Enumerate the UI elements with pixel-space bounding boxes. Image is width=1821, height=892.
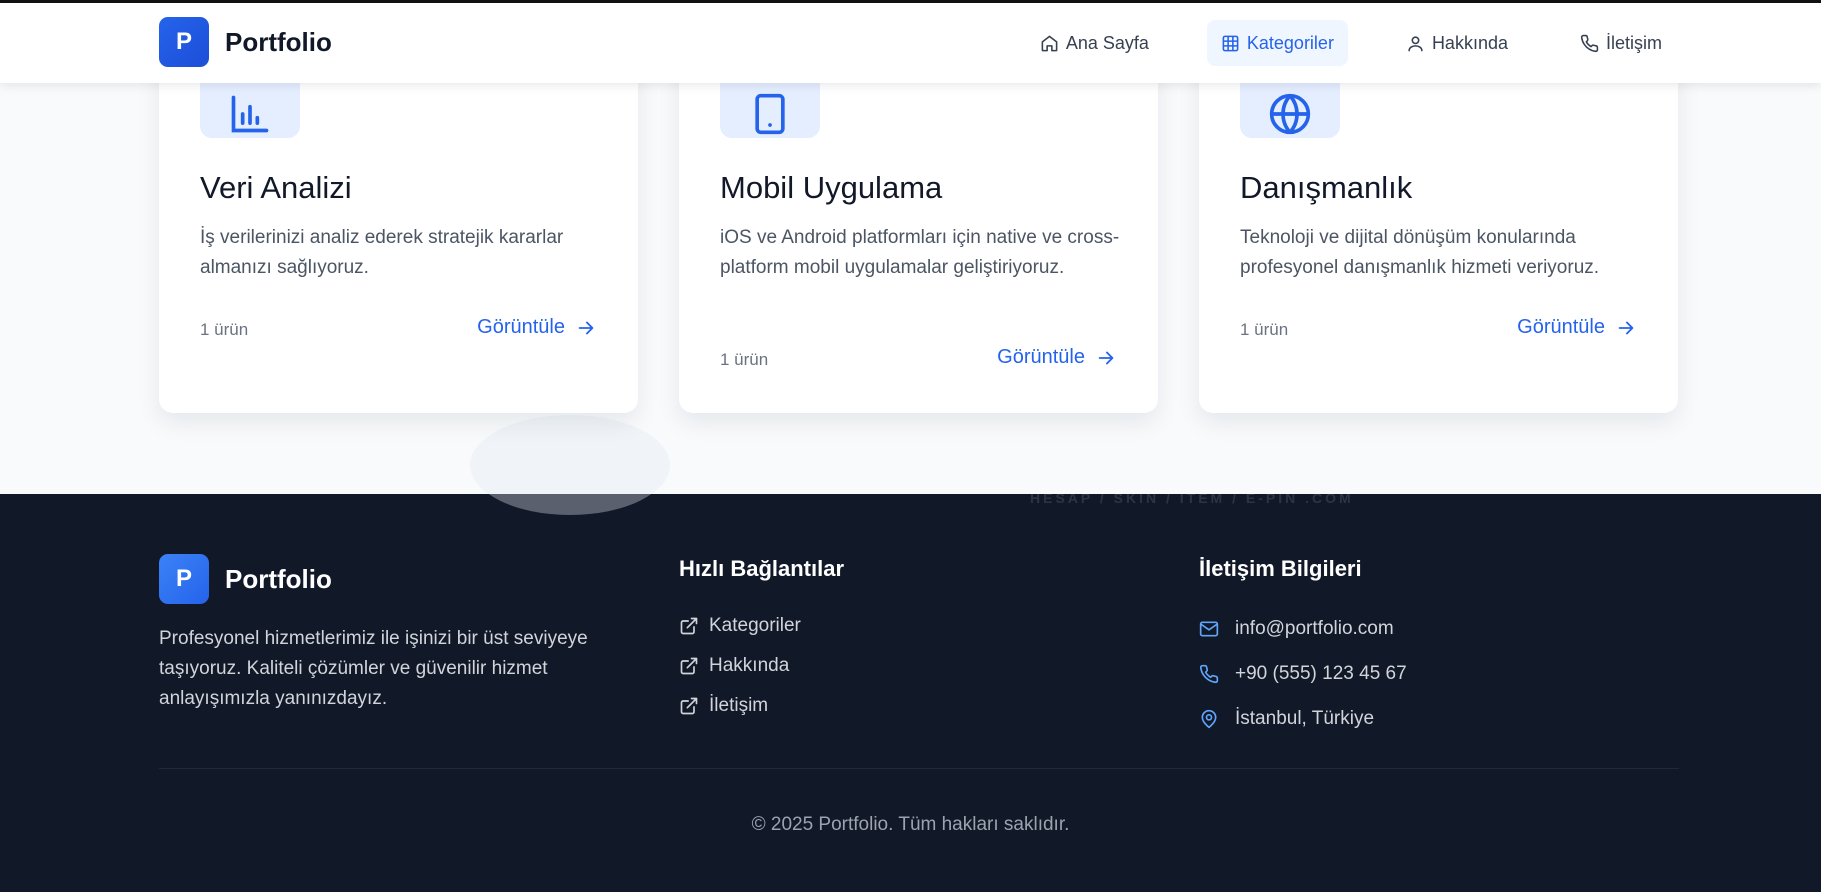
card-view-label: Görüntüle — [997, 346, 1085, 368]
card-title: Danışmanlık — [1240, 170, 1413, 205]
home-icon — [1041, 35, 1058, 51]
bar-chart-icon — [231, 95, 269, 133]
footer-brand: P Portfolio — [159, 554, 332, 604]
globe-icon — [1269, 93, 1311, 135]
contact-location: İstanbul, Türkiye — [1199, 696, 1407, 741]
category-card[interactable]: Danışmanlık Teknoloji ve dijital dönüşüm… — [1199, 40, 1678, 413]
watermark-text: HESAP / SKIN / ITEM / E-PIN .COM — [1030, 490, 1354, 506]
card-view-link[interactable]: Görüntüle — [997, 346, 1117, 369]
card-description: İş verilerinizi analiz ederek stratejik … — [200, 227, 564, 278]
arrow-right-icon — [578, 321, 594, 334]
nav-home-label: Ana Sayfa — [1065, 32, 1149, 53]
card-count: 1 ürün — [1240, 320, 1289, 339]
window-top-border — [0, 0, 1821, 3]
card-description: iOS ve Android platformları için native … — [720, 227, 1120, 278]
footer-link-categories[interactable]: Kategoriler — [679, 606, 801, 646]
footer-logo-icon: P — [159, 554, 209, 604]
contact-info-title: İletişim Bilgileri — [1199, 556, 1362, 581]
map-pin-icon — [1201, 709, 1217, 728]
arrow-right-icon — [1098, 351, 1114, 364]
contact-location-text: İstanbul, Türkiye — [1235, 707, 1375, 729]
contact-info: info@portfolio.com +90 (555) 123 45 67 İ… — [1199, 606, 1407, 741]
nav-categories[interactable]: Kategoriler — [1206, 20, 1348, 66]
footer-description: Profesyonel hizmetlerimiz ile işinizi bi… — [159, 628, 588, 709]
tablet-icon — [755, 93, 785, 135]
footer-divider — [159, 768, 1679, 769]
contact-phone[interactable]: +90 (555) 123 45 67 — [1199, 651, 1407, 696]
phone-icon — [1580, 34, 1599, 52]
category-card[interactable]: Veri Analizi İş verilerinizi analiz eder… — [159, 40, 638, 413]
nav-home[interactable]: Ana Sayfa — [1026, 20, 1163, 66]
contact-phone-text: +90 (555) 123 45 67 — [1235, 662, 1407, 684]
site-footer: P Portfolio Profesyonel hizmetlerimiz il… — [0, 494, 1821, 892]
site-header: P Portfolio Ana Sayfa Kategoriler Hakkın… — [0, 3, 1821, 83]
footer-link-label: İletişim — [709, 695, 769, 716]
card-title: Veri Analizi — [200, 170, 352, 205]
nav-about[interactable]: Hakkında — [1392, 20, 1522, 66]
card-view-link[interactable]: Görüntüle — [477, 316, 597, 339]
watermark-shape — [470, 415, 670, 515]
user-icon — [1408, 35, 1423, 51]
mail-icon — [1199, 621, 1219, 636]
footer-link-label: Kategoriler — [709, 615, 801, 636]
footer-brand-name: Portfolio — [225, 563, 332, 594]
nav-contact[interactable]: İletişim — [1566, 20, 1676, 66]
footer-link-contact[interactable]: İletişim — [679, 686, 801, 726]
grid-icon — [1222, 35, 1239, 51]
arrow-right-icon — [1618, 321, 1634, 334]
nav-contact-label: İletişim — [1605, 32, 1662, 53]
card-description: Teknoloji ve dijital dönüşüm konularında… — [1240, 227, 1600, 278]
footer-link-about[interactable]: Hakkında — [679, 646, 801, 686]
quick-links-title: Hızlı Bağlantılar — [679, 556, 845, 581]
main-nav: Ana Sayfa Kategoriler Hakkında İletişim — [1026, 20, 1676, 66]
external-link-icon — [680, 617, 698, 635]
nav-about-label: Hakkında — [1431, 32, 1508, 53]
quick-links: Kategoriler Hakkında İletişim — [679, 606, 801, 726]
card-count: 1 ürün — [720, 350, 769, 369]
external-link-icon — [680, 657, 698, 675]
contact-email[interactable]: info@portfolio.com — [1199, 606, 1407, 651]
footer-link-label: Hakkında — [709, 655, 790, 676]
logo-icon: P — [159, 17, 209, 67]
card-view-label: Görüntüle — [1517, 316, 1605, 338]
card-title: Mobil Uygulama — [720, 170, 943, 205]
copyright: © 2025 Portfolio. Tüm hakları saklıdır. — [751, 814, 1070, 835]
brand-name: Portfolio — [225, 26, 332, 57]
card-count: 1 ürün — [200, 320, 249, 339]
card-view-label: Görüntüle — [477, 316, 565, 338]
nav-categories-label: Kategoriler — [1246, 32, 1334, 53]
brand[interactable]: P Portfolio — [159, 17, 332, 67]
card-view-link[interactable]: Görüntüle — [1517, 316, 1637, 339]
contact-email-text: info@portfolio.com — [1235, 617, 1394, 639]
external-link-icon — [680, 697, 698, 715]
phone-icon — [1199, 664, 1219, 683]
category-card[interactable]: Mobil Uygulama iOS ve Android platformla… — [679, 40, 1158, 413]
